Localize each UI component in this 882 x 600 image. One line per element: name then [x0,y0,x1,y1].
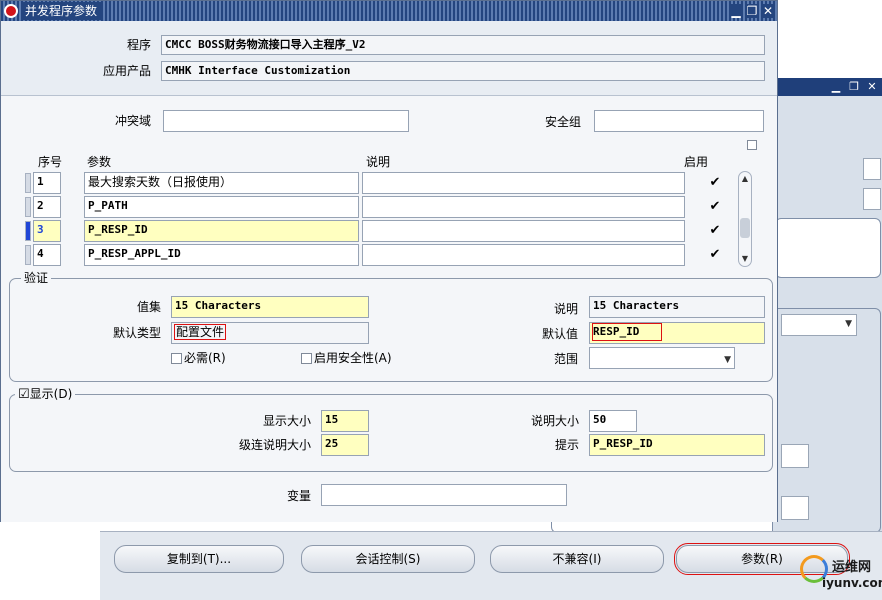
scroll-up-icon[interactable]: ▲ [740,174,750,184]
conflict-domain-field[interactable] [163,110,409,132]
background-window: ▁ ❐ ✕ ▼ [551,78,882,538]
enabled-checkbox[interactable]: ✔ [708,200,722,214]
conflict-domain-label: 冲突域 [114,114,151,128]
oracle-logo-icon [4,4,18,18]
minimize-icon[interactable]: ▁ [729,4,743,18]
seq-cell[interactable]: 1 [33,172,61,194]
session-control-button[interactable]: 会话控制(S) [301,545,475,573]
program-field[interactable]: CMCC BOSS财务物流接口导入主程序_V2 [161,35,765,55]
param-cell[interactable]: P_RESP_ID [84,220,359,242]
row-indicator[interactable] [25,173,31,193]
title-bar: 并发程序参数 ▁ ❐ ✕ [1,1,777,21]
required-label: 必需(R) [184,351,226,365]
window-title: 并发程序参数 [21,2,102,20]
display-label: 显示(D) [29,387,73,401]
checkbox-icon [171,353,182,364]
default-type-label: 默认类型 [112,326,161,340]
row-indicator[interactable] [25,197,31,217]
validation-desc-field[interactable]: 15 Characters [589,296,765,318]
checkbox-icon [301,353,312,364]
background-field [781,496,809,520]
default-type-field[interactable]: 配置文件 [171,322,369,344]
value-set-field[interactable]: 15 Characters [171,296,369,318]
default-value-field[interactable]: RESP_ID [589,322,765,344]
desc-cell[interactable] [362,196,685,218]
enabled-checkbox[interactable]: ✔ [708,224,722,238]
range-label: 范围 [553,352,578,366]
chevron-down-icon: ▼ [724,355,731,365]
desc-cell[interactable] [362,220,685,242]
param-cell[interactable]: P_RESP_APPL_ID [84,244,359,266]
restore-icon[interactable]: ❐ [847,80,861,94]
param-cell[interactable]: P_PATH [84,196,359,218]
background-panel [775,218,881,278]
scroll-thumb[interactable] [740,218,750,238]
background-window-titlebar: ▁ ❐ ✕ [773,78,882,96]
prompt-label: 提示 [554,438,579,452]
validation-desc-label: 说明 [553,302,578,316]
validation-group-label: 验证 [21,271,52,285]
enable-security-checkbox[interactable]: 启用安全性(A) [301,349,392,366]
watermark-url: iyunv.com [822,576,882,590]
desc-size-field[interactable]: 50 [589,410,637,432]
token-field[interactable] [321,484,567,506]
column-header-param: 参数 [87,155,112,169]
application-field[interactable]: CMHK Interface Customization [161,61,765,81]
incompatible-button[interactable]: 不兼容(I) [490,545,664,573]
table-scrollbar[interactable]: ▲ ▼ [738,171,752,267]
enabled-checkbox[interactable]: ✔ [708,248,722,262]
seq-cell[interactable]: 2 [33,196,61,218]
security-group-field[interactable] [594,110,764,132]
security-group-label: 安全组 [544,115,581,129]
value-set-label: 值集 [136,300,161,314]
content-area: 冲突域 安全组 序号 参数 说明 启用 1 最大搜索天数（日报使用） ✔ 2 P… [1,95,777,522]
minimize-icon[interactable]: ▁ [829,80,843,94]
program-label: 程序 [126,38,151,52]
application-label: 应用产品 [102,64,151,78]
close-icon[interactable]: ✕ [865,80,879,94]
copy-to-button[interactable]: 复制到(T)... [114,545,284,573]
seq-cell[interactable]: 3 [33,220,61,242]
concurrent-program-parameters-window: 并发程序参数 ▁ ❐ ✕ 程序 CMCC BOSS财务物流接口导入主程序_V2 … [0,0,778,522]
watermark-brand: 运维网 [832,560,872,575]
row-indicator[interactable] [25,245,31,265]
column-header-seq: 序号 [38,155,63,169]
display-size-field[interactable]: 15 [321,410,369,432]
close-icon[interactable]: ✕ [761,4,775,18]
column-header-desc: 说明 [366,155,391,169]
header-panel: 程序 CMCC BOSS财务物流接口导入主程序_V2 应用产品 CMHK Int… [1,22,777,95]
desc-cell[interactable] [362,244,685,266]
display-group-label[interactable]: ☑显示(D) [15,387,76,402]
background-field [781,444,809,468]
enable-security-label: 启用安全性(A) [314,351,392,365]
range-dropdown[interactable]: ▼ [589,347,735,369]
desc-cell[interactable] [362,172,685,194]
prompt-field[interactable]: P_RESP_ID [589,434,765,456]
concat-desc-size-field[interactable]: 25 [321,434,369,456]
row-indicator-active[interactable] [25,221,31,241]
desc-size-label: 说明大小 [530,414,579,428]
default-value-text: RESP_ID [592,323,662,341]
checked-checkbox-icon: ☑ [18,387,30,402]
token-label: 变量 [286,489,311,503]
display-group [9,394,773,472]
param-cell[interactable]: 最大搜索天数（日报使用） [84,172,359,194]
restore-icon[interactable]: ❐ [745,4,759,18]
enabled-checkbox[interactable]: ✔ [708,176,722,190]
seq-cell[interactable]: 4 [33,244,61,266]
scroll-down-icon[interactable]: ▼ [740,254,750,264]
concat-desc-size-label: 级连说明大小 [238,438,311,452]
default-value-label: 默认值 [541,327,578,341]
background-field [863,158,881,180]
background-field [863,188,881,210]
display-size-label: 显示大小 [262,414,311,428]
column-header-enabled: 启用 [684,155,709,169]
corner-box-icon[interactable] [747,140,757,150]
required-checkbox[interactable]: 必需(R) [171,349,226,366]
default-type-value: 配置文件 [173,324,227,340]
